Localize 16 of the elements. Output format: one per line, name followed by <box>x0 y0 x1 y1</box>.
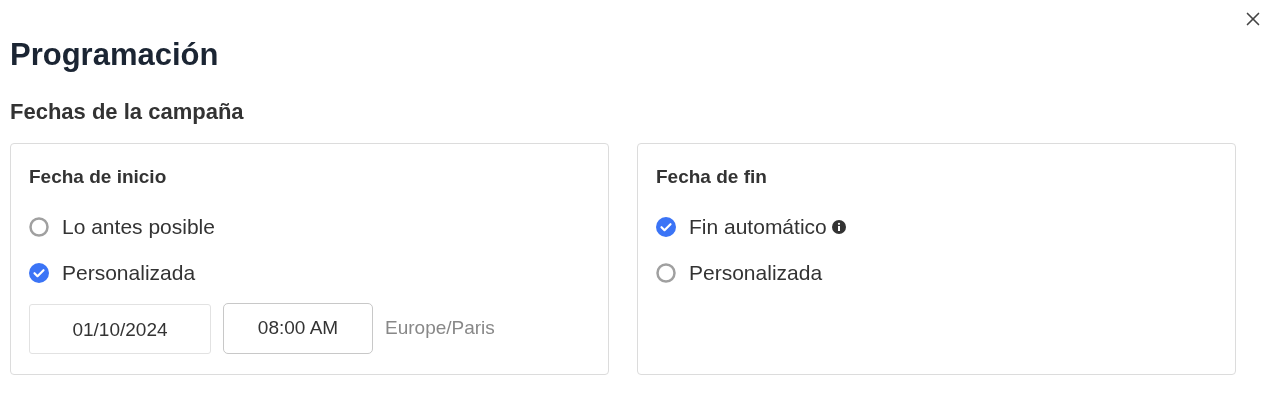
option-label[interactable]: Lo antes posible <box>62 211 215 243</box>
timezone-label: Europe/Paris <box>385 316 495 341</box>
section-title: Fechas de la campaña <box>10 98 245 126</box>
option-label[interactable]: Personalizada <box>689 257 823 289</box>
option-label[interactable]: Personalizada <box>62 257 196 289</box>
radio-unchecked[interactable] <box>656 263 676 283</box>
radio-checked[interactable] <box>29 263 49 283</box>
info-icon[interactable] <box>831 220 846 234</box>
radio-unchecked[interactable] <box>29 217 49 237</box>
option-label[interactable]: Fin automático <box>689 211 827 243</box>
radio-checked[interactable] <box>656 217 676 237</box>
card-title: Fecha de fin <box>656 165 768 189</box>
date-field[interactable]: 01/10/2024 <box>29 303 211 354</box>
time-field[interactable]: 08:00 AM <box>223 303 373 354</box>
page-title: Programación <box>10 36 220 74</box>
card-title: Fecha de inicio <box>29 165 168 189</box>
